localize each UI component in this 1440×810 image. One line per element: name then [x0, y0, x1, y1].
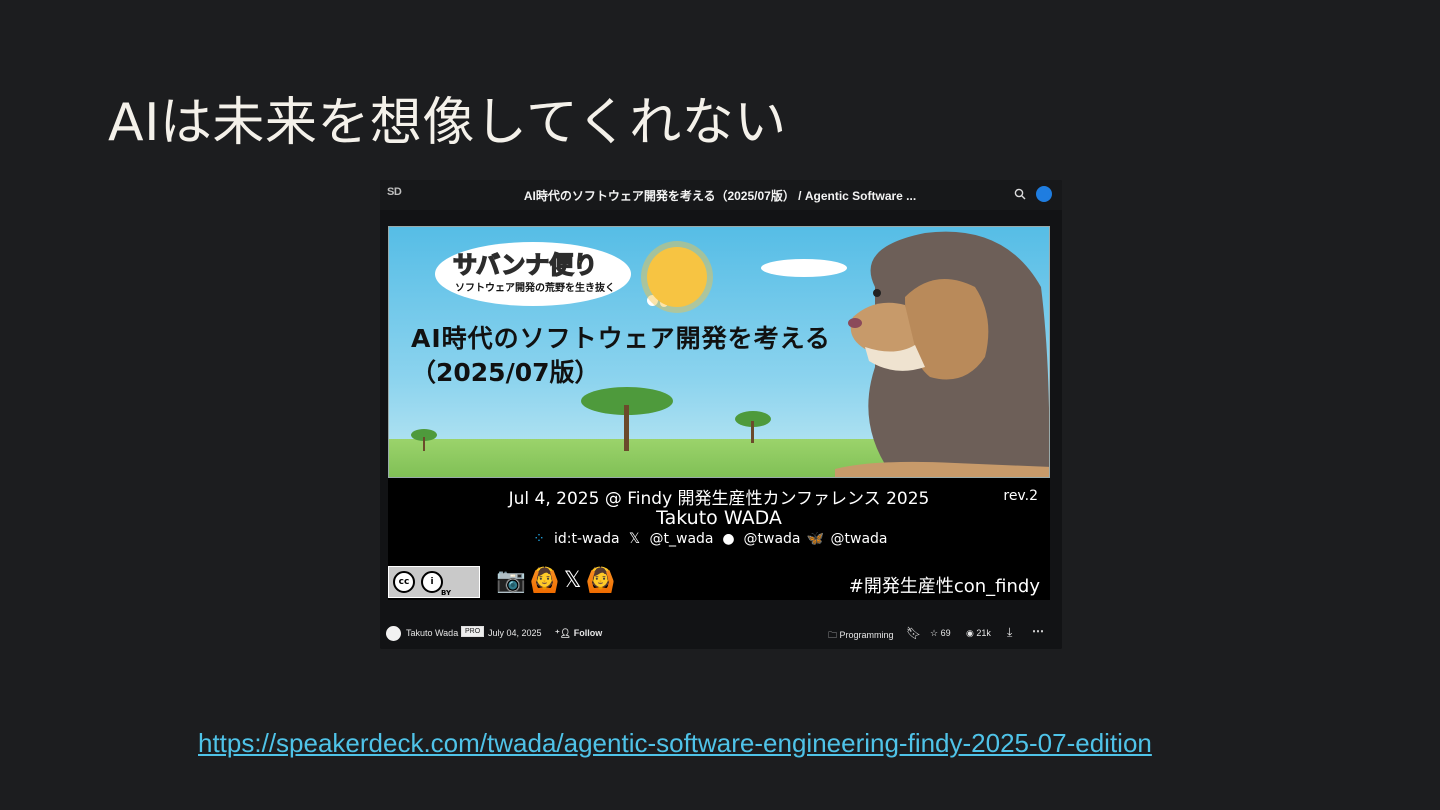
person-icon: 🙆 [585, 566, 616, 594]
follow-label: Follow [573, 628, 603, 638]
cover-headline: AI時代のソフトウェア開発を考える [411, 324, 831, 353]
bookmark-icon[interactable]: 🔖︎ [906, 626, 921, 640]
social-handle: @twada [830, 531, 888, 547]
cover-lower: Jul 4, 2025 @ Findy 開発生産性カンファレンス 2025 re… [388, 478, 1050, 600]
x-icon: 𝕏 [563, 567, 582, 593]
license-by: BY [441, 589, 452, 597]
cover-event: Jul 4, 2025 @ Findy 開発生産性カンファレンス 2025 [508, 489, 930, 509]
user-avatar-icon[interactable] [1036, 186, 1052, 202]
speakerdeck-embed: SD AI時代のソフトウェア開発を考える（2025/07版） / Agentic… [380, 180, 1062, 649]
add-user-icon: ⁺👤︎ [555, 628, 572, 638]
more-icon[interactable]: ⋯ [1032, 624, 1044, 638]
category-label: Programming [839, 630, 894, 640]
views-indicator: ◉ 21k [966, 628, 991, 639]
eye-icon: ◉ [966, 628, 974, 638]
publish-date: July 04, 2025 [488, 628, 542, 638]
speakerdeck-logo[interactable]: SD [387, 186, 402, 198]
tree-icon [581, 387, 673, 451]
x-icon: 𝕏 [628, 531, 641, 547]
embed-header: SD AI時代のソフトウェア開発を考える（2025/07版） / Agentic… [380, 180, 1062, 210]
hatena-icon: ⁘ [533, 531, 545, 547]
tree-icon [411, 429, 437, 451]
sun-icon [647, 247, 707, 307]
download-icon[interactable]: ⤓ [1007, 625, 1012, 640]
github-icon: ● [722, 531, 735, 547]
cc-icon: cc [393, 571, 415, 593]
folder-icon: 🗀 [828, 630, 838, 640]
cover-badge-sub: ソフトウェア開発の荒野を生き抜く [455, 283, 615, 294]
cover-sky: サバンナ便り ソフトウェア開発の荒野を生き抜く AI時代のソフトウェア開発を考え… [388, 226, 1050, 478]
author-name[interactable]: Takuto Wada [406, 628, 458, 638]
search-icon[interactable] [1014, 188, 1026, 200]
star-icon: ☆ [930, 628, 939, 638]
lion-illustration [835, 231, 1049, 477]
author-avatar[interactable] [386, 626, 401, 641]
social-handle: id:t-wada [554, 531, 620, 547]
slide-title: AIは未来を想像してくれない [108, 93, 787, 153]
social-handle: @twada [743, 531, 801, 547]
slide-cover[interactable]: サバンナ便り ソフトウェア開発の荒野を生き抜く AI時代のソフトウェア開発を考え… [388, 226, 1050, 600]
cover-hashtag: #開発生産性con_findy [848, 576, 1040, 597]
pro-badge: PRO [461, 626, 485, 637]
view-count: 21k [976, 628, 991, 638]
bluesky-icon: 🦋 [806, 531, 825, 547]
follow-button[interactable]: ⁺👤︎ Follow [555, 628, 602, 639]
star-count: 69 [940, 628, 951, 638]
cover-speaker: Takuto WADA [656, 507, 782, 529]
person-icon: 🙆 [529, 566, 560, 594]
cover-rev: rev.2 [1003, 488, 1038, 504]
embed-title[interactable]: AI時代のソフトウェア開発を考える（2025/07版） / Agentic So… [510, 187, 930, 204]
attribution-icon: i [421, 571, 443, 593]
cover-badge-main: サバンナ便り [452, 250, 598, 280]
tree-icon [735, 411, 771, 443]
embed-footer: Takuto Wada PRO July 04, 2025 ⁺👤︎ Follow… [380, 618, 1062, 649]
star-button[interactable]: ☆ 69 [930, 628, 951, 639]
camera-icon: 📷 [496, 566, 526, 594]
cover-subhead: （2025/07版） [411, 358, 600, 387]
speakerdeck-url-link[interactable]: https://speakerdeck.com/twada/agentic-so… [198, 728, 1152, 759]
social-links: ⁘ id:t-wada 𝕏 @t_wada ● @twada 🦋 @twada [530, 530, 887, 548]
social-handle: @t_wada [649, 531, 714, 547]
cc-license-badge: cc i BY [388, 566, 480, 598]
photo-policy: 📷 🙆 𝕏 🙆 [496, 566, 615, 594]
category-link[interactable]: 🗀 Programming [828, 628, 894, 644]
